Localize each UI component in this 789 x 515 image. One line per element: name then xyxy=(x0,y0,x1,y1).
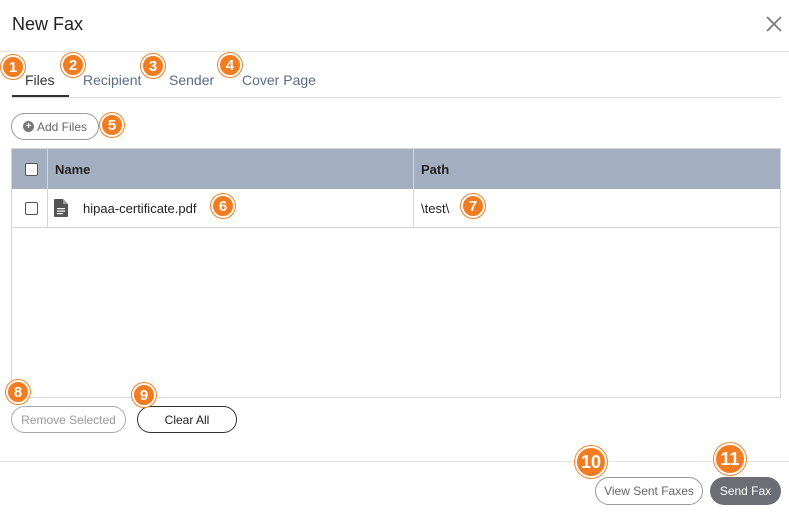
remove-selected-button[interactable]: Remove Selected xyxy=(11,406,126,433)
callout-marker-10: 10 xyxy=(575,446,607,478)
add-files-label: Add Files xyxy=(36,119,88,134)
close-button[interactable] xyxy=(762,12,786,36)
table-row[interactable]: hipaa-certificate.pdf \test\ xyxy=(12,189,780,228)
table-header: Name Path xyxy=(12,149,780,189)
dialog-header: New Fax xyxy=(0,0,789,52)
send-fax-button[interactable]: Send Fax xyxy=(710,477,781,505)
callout-marker-4: 4 xyxy=(218,53,242,77)
row-checkbox-cell xyxy=(25,189,38,227)
callout-marker-2: 2 xyxy=(61,53,85,77)
select-all-cell xyxy=(25,149,38,189)
column-header-path[interactable]: Path xyxy=(421,149,449,189)
file-icon-cell xyxy=(54,189,68,227)
select-all-checkbox[interactable] xyxy=(25,162,38,176)
clear-all-button[interactable]: Clear All xyxy=(137,406,237,433)
file-document-icon xyxy=(54,199,68,217)
callout-marker-9: 9 xyxy=(132,383,156,407)
tab-bar: Files Recipient Sender Cover Page xyxy=(12,64,781,98)
dialog-title: New Fax xyxy=(12,14,84,34)
files-table: Name Path hipaa-certificate.pdf \test\ xyxy=(11,148,781,398)
active-tab-indicator xyxy=(12,95,69,97)
file-name: hipaa-certificate.pdf xyxy=(83,200,197,216)
tab-recipient[interactable]: Recipient xyxy=(83,72,141,88)
tab-sender[interactable]: Sender xyxy=(169,72,214,88)
footer-divider xyxy=(0,461,789,462)
plus-circle-icon: + xyxy=(22,121,34,132)
callout-marker-11: 11 xyxy=(714,443,746,475)
close-icon xyxy=(766,16,782,32)
row-checkbox[interactable] xyxy=(25,201,38,215)
column-header-name[interactable]: Name xyxy=(55,149,90,189)
view-sent-faxes-button[interactable]: View Sent Faxes xyxy=(595,477,703,505)
callout-marker-1: 1 xyxy=(1,55,25,79)
file-path: \test\ xyxy=(421,200,450,216)
new-fax-dialog: New Fax Files Recipient Sender Cover Pag… xyxy=(0,0,789,515)
tab-cover-page[interactable]: Cover Page xyxy=(242,72,316,88)
callout-marker-6: 6 xyxy=(211,194,235,218)
tab-files[interactable]: Files xyxy=(25,72,55,88)
callout-marker-7: 7 xyxy=(461,194,485,218)
add-files-button[interactable]: + Add Files xyxy=(11,113,99,140)
callout-marker-3: 3 xyxy=(141,54,165,78)
callout-marker-5: 5 xyxy=(100,113,124,137)
callout-marker-8: 8 xyxy=(6,380,30,404)
